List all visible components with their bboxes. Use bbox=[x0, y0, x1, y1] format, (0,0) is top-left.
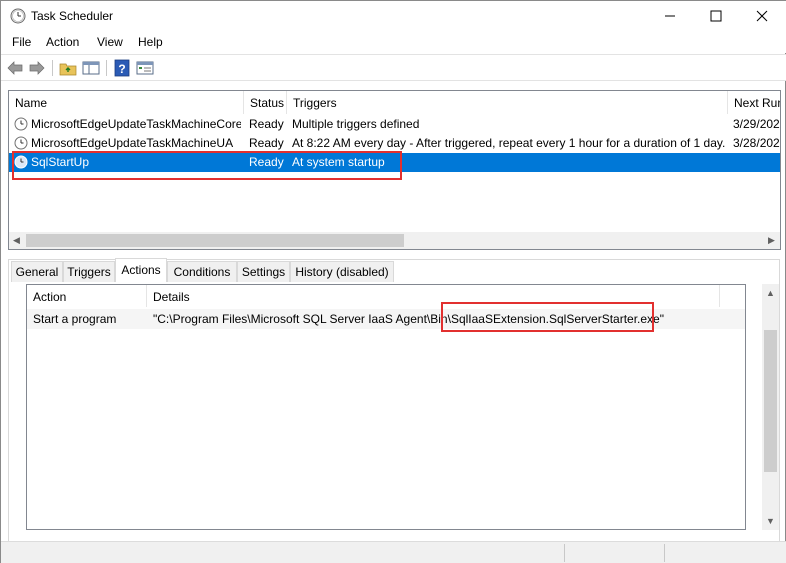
tab-general[interactable]: General bbox=[11, 261, 63, 282]
tab-conditions[interactable]: Conditions bbox=[167, 261, 237, 282]
toolbar: ? bbox=[1, 54, 786, 81]
scroll-right-icon[interactable]: ▶ bbox=[768, 235, 775, 246]
clock-icon bbox=[10, 8, 26, 24]
close-icon bbox=[756, 10, 768, 22]
up-folder-icon[interactable] bbox=[59, 59, 77, 77]
task-status: Ready bbox=[249, 117, 284, 131]
scrollbar-thumb[interactable] bbox=[764, 330, 777, 472]
task-name: MicrosoftEdgeUpdateTaskMachineUA bbox=[31, 136, 234, 150]
menu-file[interactable]: File bbox=[12, 35, 31, 49]
title-bar[interactable]: Task Scheduler bbox=[1, 1, 786, 31]
toolbar-separator bbox=[52, 60, 53, 76]
minimize-icon bbox=[665, 15, 675, 17]
scroll-up-icon[interactable]: ▲ bbox=[766, 288, 775, 298]
menu-help[interactable]: Help bbox=[138, 35, 163, 49]
forward-arrow-icon[interactable] bbox=[28, 59, 46, 77]
menu-action[interactable]: Action bbox=[46, 35, 79, 49]
minimize-button[interactable] bbox=[647, 1, 693, 31]
task-triggers: At 8:22 AM every day - After triggered, … bbox=[292, 136, 726, 150]
status-segment bbox=[564, 544, 664, 562]
back-arrow-icon[interactable] bbox=[6, 59, 24, 77]
column-header-next-run[interactable]: Next Run bbox=[728, 91, 780, 114]
close-button[interactable] bbox=[739, 1, 785, 31]
task-row[interactable]: MicrosoftEdgeUpdateTaskMachineCore Ready… bbox=[9, 115, 780, 134]
clock-icon bbox=[14, 136, 28, 150]
show-hide-pane-icon[interactable] bbox=[82, 59, 100, 77]
status-bar bbox=[1, 541, 786, 563]
menu-bar: File Action View Help bbox=[1, 31, 786, 53]
task-name: MicrosoftEdgeUpdateTaskMachineCore bbox=[31, 117, 241, 131]
task-next-run: 3/28/202 bbox=[733, 136, 780, 150]
action-type: Start a program bbox=[33, 312, 117, 326]
highlight-box bbox=[441, 302, 654, 332]
clock-icon bbox=[14, 117, 28, 131]
column-header-triggers[interactable]: Triggers bbox=[287, 91, 728, 114]
scroll-left-icon[interactable]: ◀ bbox=[13, 235, 20, 246]
tab-actions[interactable]: Actions bbox=[115, 258, 167, 282]
maximize-icon bbox=[710, 10, 722, 22]
menu-view[interactable]: View bbox=[97, 35, 123, 49]
action-details-path: "C:\Program Files\Microsoft SQL Server I… bbox=[153, 312, 451, 326]
task-next-run: 3/29/202 bbox=[733, 117, 780, 131]
task-scheduler-window: Task Scheduler File Action View Help ? N… bbox=[0, 0, 786, 563]
task-triggers: Multiple triggers defined bbox=[292, 117, 420, 131]
tab-history[interactable]: History (disabled) bbox=[290, 261, 394, 282]
svg-text:?: ? bbox=[118, 62, 125, 76]
help-icon[interactable]: ? bbox=[113, 59, 131, 77]
scrollbar-thumb[interactable] bbox=[26, 234, 404, 247]
maximize-button[interactable] bbox=[693, 1, 739, 31]
column-header-name[interactable]: Name bbox=[9, 91, 244, 114]
column-header-status[interactable]: Status bbox=[244, 91, 287, 114]
window-title: Task Scheduler bbox=[31, 9, 114, 23]
task-status: Ready bbox=[249, 136, 284, 150]
status-segment bbox=[664, 544, 786, 562]
column-header-action[interactable]: Action bbox=[27, 285, 147, 307]
tab-settings[interactable]: Settings bbox=[237, 261, 290, 282]
vertical-scrollbar[interactable]: ▲ ▼ bbox=[762, 284, 779, 530]
toolbar-separator bbox=[106, 60, 107, 76]
tab-triggers[interactable]: Triggers bbox=[63, 261, 115, 282]
horizontal-scrollbar[interactable]: ◀ ▶ bbox=[9, 232, 780, 249]
task-details-pane: General Triggers Actions Conditions Sett… bbox=[8, 258, 780, 561]
properties-icon[interactable] bbox=[136, 59, 154, 77]
highlight-box bbox=[12, 151, 402, 180]
scroll-down-icon[interactable]: ▼ bbox=[766, 516, 775, 526]
